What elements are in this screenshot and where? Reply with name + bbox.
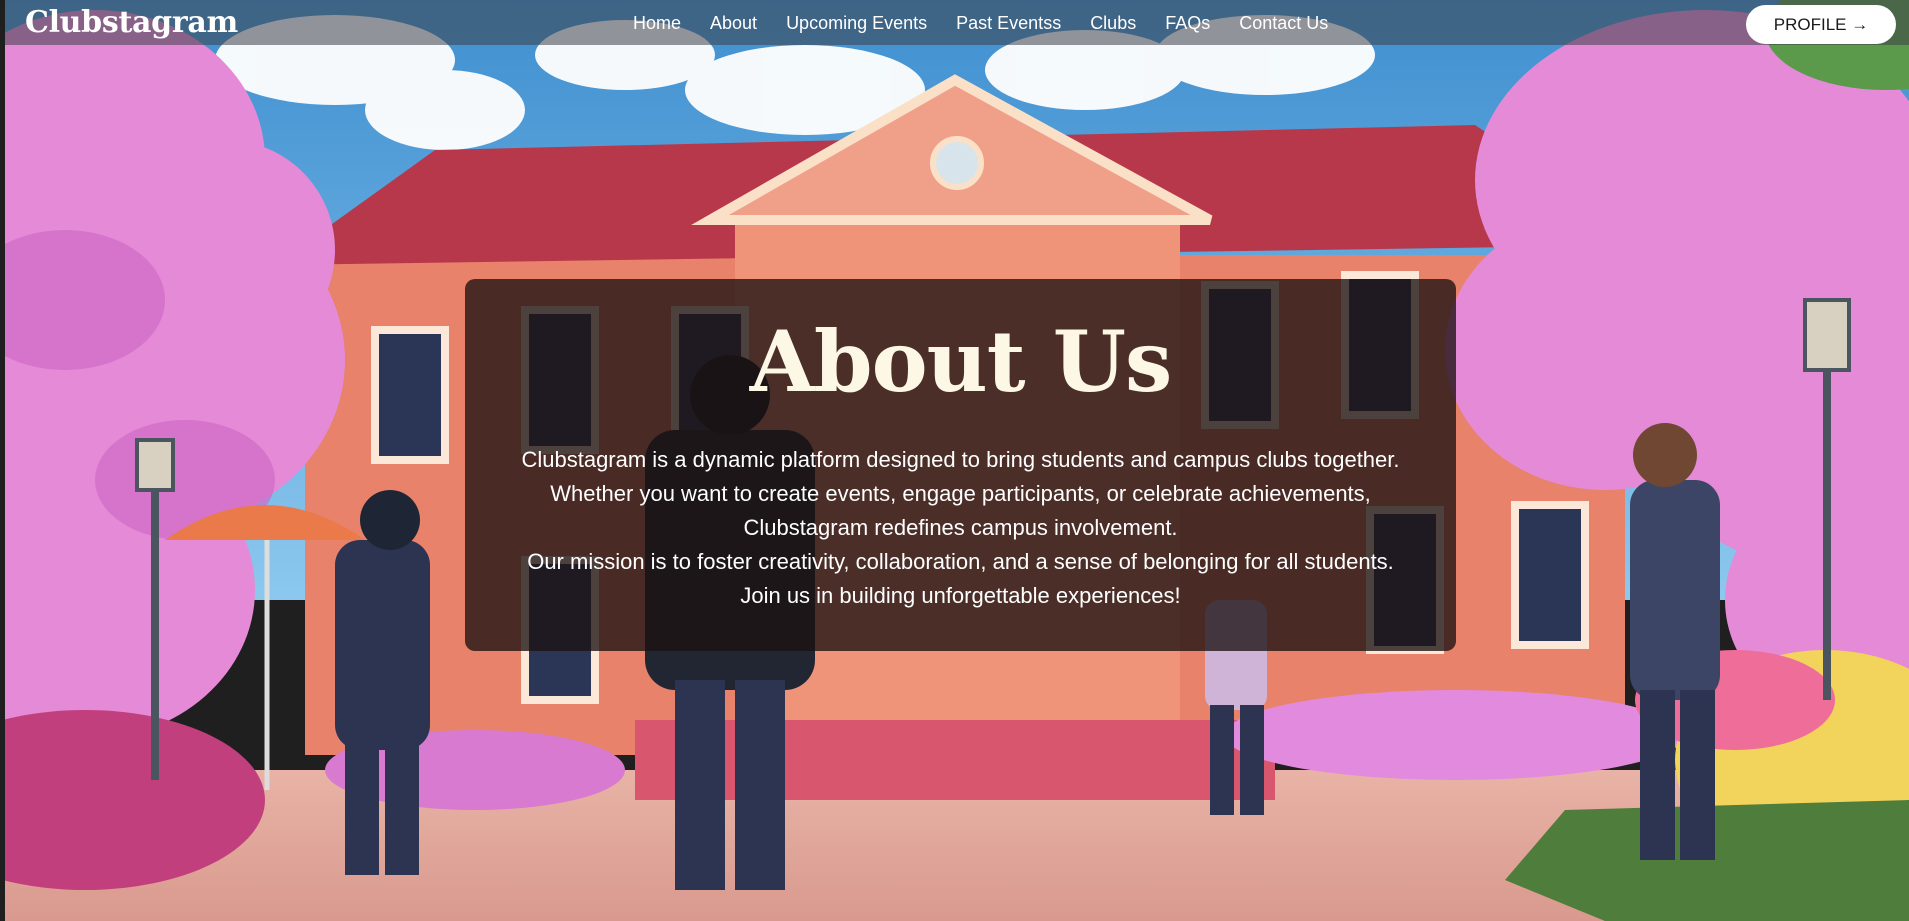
page-frame: Clubstagram Home About Upcoming Events P… xyxy=(5,0,1909,921)
about-line: Clubstagram redefines campus involvement… xyxy=(743,515,1178,540)
top-navbar: Clubstagram Home About Upcoming Events P… xyxy=(5,0,1909,45)
about-card: About Us Clubstagram is a dynamic platfo… xyxy=(465,279,1456,651)
about-line: Whether you want to create events, engag… xyxy=(550,481,1371,506)
nav-link-past-events[interactable]: Past Eventss xyxy=(956,13,1061,34)
brand-logo[interactable]: Clubstagram xyxy=(25,5,238,40)
nav-link-clubs[interactable]: Clubs xyxy=(1090,13,1136,34)
about-description: Clubstagram is a dynamic platform design… xyxy=(465,443,1456,613)
about-line: Our mission is to foster creativity, col… xyxy=(527,549,1394,574)
profile-button[interactable]: PROFILE → xyxy=(1746,5,1896,44)
about-line: Clubstagram is a dynamic platform design… xyxy=(521,447,1400,472)
nav-link-about[interactable]: About xyxy=(710,13,757,34)
nav-link-upcoming-events[interactable]: Upcoming Events xyxy=(786,13,927,34)
about-line: Join us in building unforgettable experi… xyxy=(740,583,1181,608)
nav-link-home[interactable]: Home xyxy=(633,13,681,34)
nav-link-contact-us[interactable]: Contact Us xyxy=(1239,13,1328,34)
nav-link-faqs[interactable]: FAQs xyxy=(1165,13,1210,34)
nav-links: Home About Upcoming Events Past Eventss … xyxy=(633,13,1357,34)
page-title: About Us xyxy=(749,312,1173,411)
